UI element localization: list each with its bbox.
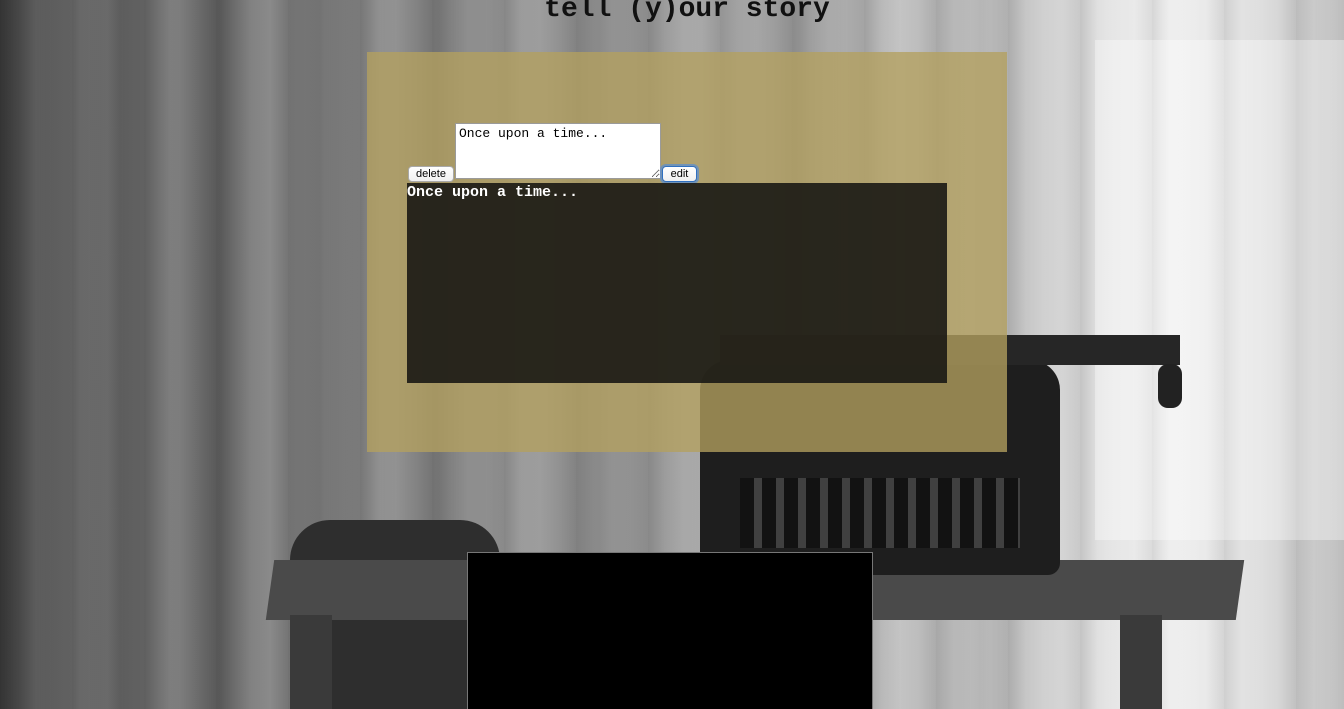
table-leg-right [1120, 615, 1162, 709]
window-light [1095, 40, 1344, 540]
story-display: Once upon a time... [407, 183, 947, 383]
typewriter-knob [1158, 364, 1182, 408]
story-input[interactable]: Once upon a time... [455, 123, 661, 179]
page-title: tell (y)our story [544, 0, 830, 25]
story-text: Once upon a time... [407, 184, 579, 201]
typewriter-keys [740, 478, 1020, 548]
edit-button[interactable]: edit [662, 166, 697, 182]
delete-button[interactable]: delete [408, 166, 454, 182]
table-leg-left [290, 615, 332, 709]
black-box [467, 552, 873, 709]
